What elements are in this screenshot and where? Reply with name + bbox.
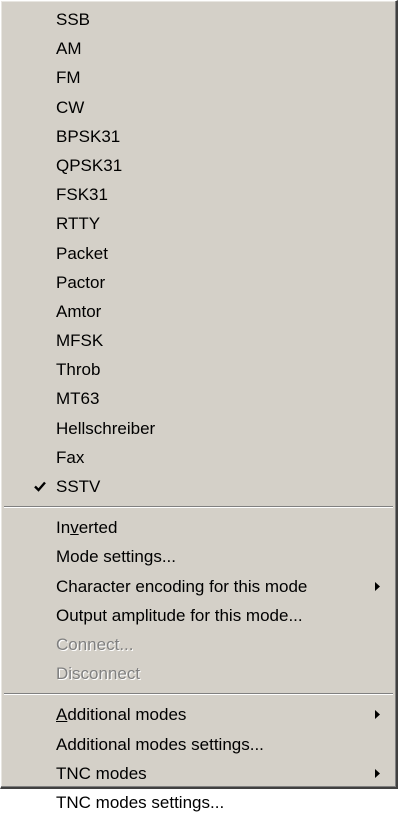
mnemonic-letter: A xyxy=(56,705,68,725)
menu-item-throb[interactable]: Throb xyxy=(1,355,396,384)
menu-item-label: Pactor xyxy=(56,272,106,292)
menu-item-fsk31[interactable]: FSK31 xyxy=(1,180,396,209)
menu-item-label: Output amplitude for this mode... xyxy=(56,605,303,625)
submenu-arrow-icon xyxy=(372,572,382,601)
menu-item-label: SSTV xyxy=(56,477,101,496)
menu-item-additional-modes[interactable]: Additional modes xyxy=(1,700,396,729)
menu-item-bpsk31[interactable]: BPSK31 xyxy=(1,122,396,151)
menu-item-tnc-modes-settings[interactable]: TNC modes settings... xyxy=(1,788,396,817)
menu-item-character-encoding[interactable]: Character encoding for this mode xyxy=(1,572,396,601)
menu-item-label: AM xyxy=(56,39,82,59)
menu-item-rtty[interactable]: RTTY xyxy=(1,209,396,238)
menu-item-qpsk31[interactable]: QPSK31 xyxy=(1,151,396,180)
menu-item-label: RTTY xyxy=(56,214,101,234)
mnemonic-letter: v xyxy=(70,518,79,538)
menu-item-packet[interactable]: Packet xyxy=(1,239,396,268)
menu-item-inverted[interactable]: Inverted xyxy=(1,513,396,542)
menu-item-label: Inverted xyxy=(56,518,117,537)
menu-item-label: TNC modes settings... xyxy=(56,792,225,812)
menu-item-output-amplitude[interactable]: Output amplitude for this mode... xyxy=(1,601,396,630)
menu-item-label: Fax xyxy=(56,447,85,467)
menu-item-label: TNC modes xyxy=(56,763,147,783)
menu-item-label: Additional modes settings... xyxy=(56,734,264,754)
menu-item-label: Amtor xyxy=(56,301,102,321)
menu-item-label: CW xyxy=(56,97,85,117)
menu-item-cw[interactable]: CW xyxy=(1,93,396,122)
menu-item-am[interactable]: AM xyxy=(1,34,396,63)
menu-item-label: Additional modes xyxy=(56,705,186,724)
label-part: dditional modes xyxy=(67,705,187,725)
menu-item-mode-settings[interactable]: Mode settings... xyxy=(1,542,396,571)
menu-item-label: Mode settings... xyxy=(56,547,177,567)
menu-item-label: Hellschreiber xyxy=(56,418,156,438)
mode-menu: SSB AM FM CW BPSK31 QPSK31 FSK31 RTTY Pa… xyxy=(0,0,398,812)
submenu-arrow-icon xyxy=(372,700,382,729)
menu-item-label: FM xyxy=(56,68,81,88)
menu-item-label: Packet xyxy=(56,243,108,263)
menu-item-connect: Connect... xyxy=(1,630,396,659)
menu-item-fm[interactable]: FM xyxy=(1,63,396,92)
menu-item-label: BPSK31 xyxy=(56,126,121,146)
menu-item-label: MFSK xyxy=(56,331,104,351)
menu-item-additional-modes-settings[interactable]: Additional modes settings... xyxy=(1,730,396,759)
menu-separator xyxy=(1,501,396,513)
menu-item-fax[interactable]: Fax xyxy=(1,443,396,472)
menu-item-label: SSB xyxy=(56,10,91,29)
label-part: In xyxy=(56,518,71,538)
menu-item-amtor[interactable]: Amtor xyxy=(1,297,396,326)
menu-item-disconnect: Disconnect xyxy=(1,659,396,688)
menu-item-label: MT63 xyxy=(56,389,100,409)
menu-separator xyxy=(1,688,396,700)
menu-item-mt63[interactable]: MT63 xyxy=(1,384,396,413)
label-part: erted xyxy=(78,518,118,538)
checkmark-icon xyxy=(30,472,50,501)
menu-item-label: Character encoding for this mode xyxy=(56,576,308,596)
menu-item-label: FSK31 xyxy=(56,185,108,205)
menu-item-sstv[interactable]: SSTV xyxy=(1,472,396,501)
submenu-arrow-icon xyxy=(372,759,382,788)
menu-item-label: Disconnect xyxy=(56,664,141,684)
menu-item-ssb[interactable]: SSB xyxy=(1,5,396,34)
menu-item-label: Throb xyxy=(56,360,101,380)
menu-item-tnc-modes[interactable]: TNC modes xyxy=(1,759,396,788)
menu-item-label: Connect... xyxy=(56,634,134,654)
menu-item-label: QPSK31 xyxy=(56,155,123,175)
menu-item-pactor[interactable]: Pactor xyxy=(1,268,396,297)
menu-item-hellschreiber[interactable]: Hellschreiber xyxy=(1,414,396,443)
menu-item-mfsk[interactable]: MFSK xyxy=(1,326,396,355)
